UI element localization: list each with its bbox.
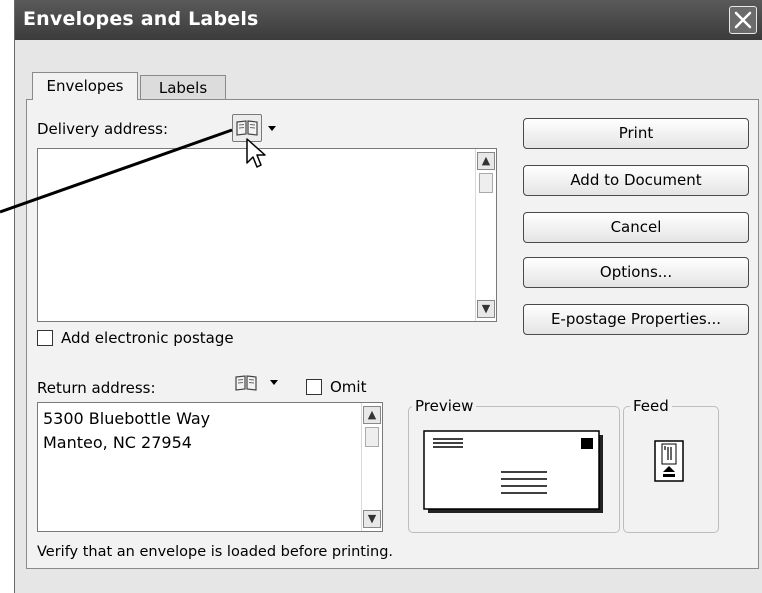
- print-button[interactable]: Print: [523, 118, 749, 149]
- tab-envelopes-label: Envelopes: [46, 77, 124, 95]
- return-address-book-dropdown[interactable]: [267, 372, 281, 396]
- status-text: Verify that an envelope is loaded before…: [37, 544, 394, 560]
- return-address-text: 5300 Bluebottle Way Manteo, NC 27954: [43, 407, 210, 455]
- tab-envelopes[interactable]: Envelopes: [32, 72, 138, 100]
- scroll-up-icon[interactable]: ▲: [363, 406, 381, 424]
- window-title: Envelopes and Labels: [23, 8, 259, 30]
- tab-labels-label: Labels: [158, 79, 208, 97]
- cancel-button[interactable]: Cancel: [523, 212, 749, 243]
- add-to-document-label: Add to Document: [570, 171, 702, 189]
- cancel-button-label: Cancel: [610, 218, 662, 236]
- options-button-label: Options...: [599, 263, 673, 281]
- return-address-line-2: Manteo, NC 27954: [43, 433, 192, 452]
- feed-tray-icon: [654, 440, 684, 482]
- preview-label: Preview: [412, 397, 477, 415]
- return-address-input[interactable]: 5300 Bluebottle Way Manteo, NC 27954 ▲ ▼: [37, 402, 383, 532]
- feed-button[interactable]: [654, 440, 684, 482]
- epostage-button-label: E-postage Properties...: [550, 310, 722, 328]
- omit-checkbox[interactable]: [306, 379, 322, 395]
- envelopes-panel: Delivery address: ▲ ▼ Print Add to Docum…: [26, 99, 759, 569]
- delivery-address-input[interactable]: ▲ ▼: [37, 148, 497, 322]
- delivery-scrollbar[interactable]: ▲ ▼: [475, 149, 496, 321]
- scroll-thumb[interactable]: [365, 427, 379, 447]
- add-electronic-postage-label: Add electronic postage: [61, 329, 234, 347]
- return-address-line-1: 5300 Bluebottle Way: [43, 409, 211, 428]
- dropdown-arrow-icon: [270, 380, 278, 385]
- scroll-down-icon[interactable]: ▼: [477, 300, 495, 318]
- options-button[interactable]: Options...: [523, 257, 749, 288]
- tab-labels[interactable]: Labels: [140, 75, 226, 99]
- return-address-book-button[interactable]: [232, 372, 262, 396]
- omit-label: Omit: [330, 378, 367, 396]
- return-scrollbar[interactable]: ▲ ▼: [361, 403, 382, 531]
- return-address-label: Return address:: [37, 379, 156, 397]
- tab-strip: Envelopes Labels: [22, 48, 748, 100]
- add-electronic-postage-checkbox[interactable]: [37, 330, 53, 346]
- print-button-label: Print: [618, 124, 654, 142]
- envelope-preview[interactable]: [423, 430, 607, 518]
- scroll-thumb[interactable]: [479, 173, 493, 193]
- scroll-down-icon[interactable]: ▼: [363, 510, 381, 528]
- close-button[interactable]: [729, 6, 757, 34]
- preview-group: Preview: [408, 397, 620, 533]
- title-bar: Envelopes and Labels: [15, 0, 762, 40]
- delivery-address-label: Delivery address:: [37, 120, 169, 138]
- feed-group: Feed: [623, 397, 719, 533]
- close-icon: [734, 11, 752, 29]
- feed-label: Feed: [630, 397, 672, 415]
- scroll-up-icon[interactable]: ▲: [477, 152, 495, 170]
- mouse-pointer-icon: [246, 138, 266, 168]
- epostage-properties-button[interactable]: E-postage Properties...: [523, 304, 749, 335]
- add-to-document-button[interactable]: Add to Document: [523, 165, 749, 196]
- envelope-preview-icon: [423, 430, 603, 513]
- address-book-icon: [235, 375, 257, 391]
